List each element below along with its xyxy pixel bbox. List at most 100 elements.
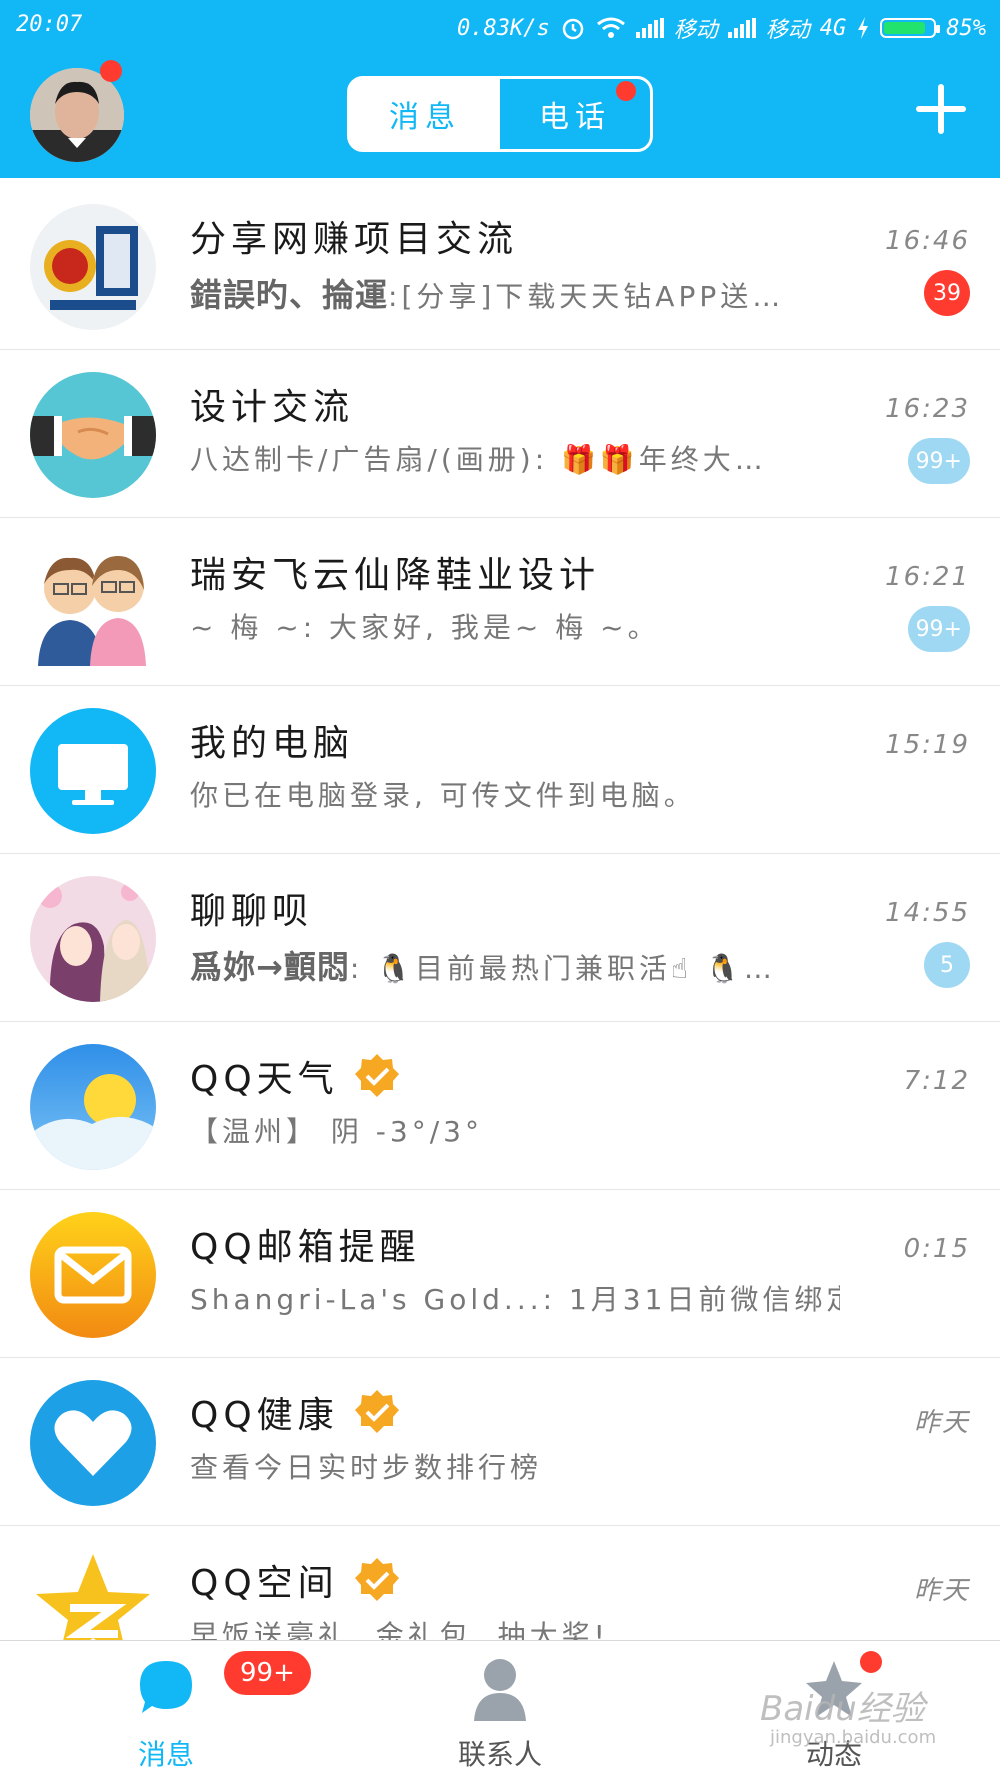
message-text: ~ 梅 ~: 大家好, 我是~ 梅 ~。 [190, 611, 660, 644]
person-icon [474, 1659, 526, 1721]
message-text: 早饭送豪礼, 金礼包, 抽大奖! [190, 1619, 609, 1640]
carrier-1: 移动 [673, 18, 718, 43]
unread-badge: 5 [924, 942, 970, 988]
message-text: :[分享]下载天天钻APP送… [388, 280, 785, 313]
conversation-time: 0:15 [903, 1234, 970, 1264]
conversation-name: QQ天气 [190, 1050, 401, 1102]
verified-icon [353, 1556, 401, 1604]
nav-messages-label: 消息 [137, 1738, 194, 1771]
watermark-url: jingyan.baidu.com [770, 1727, 937, 1748]
bottom-nav: 消息 99+ 联系人 动态 Baidu经验 jingyan.baidu.com [0, 1640, 1000, 1778]
battery-fill [884, 22, 926, 34]
message-text: Shangri-La's Gold...: 1月31日前微信绑定会员帐… [190, 1283, 840, 1316]
nav-messages[interactable]: 消息 99+ [66, 1641, 311, 1779]
anime-avatar [30, 876, 156, 1002]
conversation-preview: Shangri-La's Gold...: 1月31日前微信绑定会员帐… [190, 1278, 840, 1318]
message-text: 你已在电脑登录, 可传文件到电脑。 [190, 779, 696, 812]
segment-control: 消息 电话 [347, 76, 653, 152]
couple-avatar [30, 540, 156, 666]
message-text: 八达制卡/广告扇/(画册): 🎁🎁年终大… [190, 443, 767, 476]
network-type: 4G [819, 15, 847, 41]
conversation-item[interactable]: 我的电脑 你已在电脑登录, 可传文件到电脑。 15:19 [0, 686, 1000, 854]
conversation-item[interactable]: 瑞安飞云仙降鞋业设计 ~ 梅 ~: 大家好, 我是~ 梅 ~。 16:21 99… [0, 518, 1000, 686]
sender-name: 錯誤旳、掄運 [190, 276, 389, 314]
conversation-time: 14:55 [885, 898, 970, 928]
conversation-name: 聊聊呗 [190, 891, 314, 932]
group-avatar [30, 204, 156, 330]
alarm-icon [562, 18, 583, 40]
conversation-time: 16:23 [885, 394, 970, 424]
wifi-icon [596, 17, 625, 38]
net-speed: 0.83K/s [457, 15, 550, 41]
conversation-time: 昨天 [913, 1576, 970, 1606]
tab-phone-label: 电话 [539, 100, 611, 135]
status-time: 20:07 [16, 12, 83, 37]
plus-icon[interactable] [916, 84, 966, 134]
conversation-item[interactable]: QQ天气 【温州】 阴 -3°/3° 7:12 [0, 1022, 1000, 1190]
conversation-name-text: QQ天气 [190, 1059, 339, 1100]
conversation-item[interactable]: 设计交流 八达制卡/广告扇/(画册): 🎁🎁年终大… 16:23 99+ [0, 350, 1000, 518]
message-text: 查看今日实时步数排行榜 [190, 1451, 543, 1484]
nav-messages-badge: 99+ [224, 1651, 311, 1695]
battery-percent: 85% [946, 15, 986, 41]
conversation-time: 7:12 [903, 1066, 970, 1096]
conversation-preview: ~ 梅 ~: 大家好, 我是~ 梅 ~。 [190, 606, 840, 646]
message-text: 【温州】 阴 -3°/3° [190, 1115, 483, 1148]
status-bar: 20:07 0.83K/s 移动 移动 4G 85% [0, 0, 1000, 50]
signal-icon [635, 18, 664, 38]
watermark: Baidu经验 [760, 1689, 925, 1729]
tab-messages[interactable]: 消息 [350, 79, 500, 149]
conversation-name: 分享网赚项目交流 [190, 219, 519, 260]
mail-avatar [30, 1212, 156, 1338]
moments-notification-dot [860, 1651, 882, 1673]
signal-icon-2 [727, 18, 756, 38]
conversation-name: 瑞安飞云仙降鞋业设计 [190, 555, 601, 596]
nav-contacts[interactable]: 联系人 [400, 1641, 600, 1779]
conversation-time: 16:21 [885, 562, 970, 592]
conversation-preview: 【温州】 阴 -3°/3° [190, 1110, 840, 1150]
profile-photo-icon [30, 68, 124, 162]
conversation-time: 15:19 [885, 730, 970, 760]
conversation-item[interactable]: QQ空间 早饭送豪礼, 金礼包, 抽大奖! 昨天 [0, 1526, 1000, 1640]
unread-badge: 99+ [907, 606, 970, 652]
conversation-name-text: QQ空间 [190, 1563, 339, 1604]
conversation-preview: 爲妳→顫悶: 🐧目前最热门兼职活☝ 🐧… [190, 942, 840, 988]
conversation-name: QQ邮箱提醒 [190, 1227, 421, 1268]
conversation-name: 我的电脑 [190, 723, 355, 764]
qzone-avatar [30, 1548, 156, 1640]
conversation-time: 昨天 [913, 1408, 970, 1438]
conversation-list: 分享网赚项目交流 錯誤旳、掄運:[分享]下载天天钻APP送… 16:46 39 … [0, 182, 1000, 1640]
conversation-preview: 錯誤旳、掄運:[分享]下载天天钻APP送… [190, 270, 840, 316]
chat-bubble-icon [140, 1661, 192, 1713]
verified-icon [353, 1388, 401, 1436]
unread-badge: 39 [924, 270, 970, 316]
conversation-name: 设计交流 [190, 387, 355, 428]
charging-icon [858, 17, 869, 39]
conversation-preview: 查看今日实时步数排行榜 [190, 1446, 840, 1486]
conversation-preview: 你已在电脑登录, 可传文件到电脑。 [190, 774, 840, 814]
weather-avatar [30, 1044, 156, 1170]
conversation-item[interactable]: QQ健康 查看今日实时步数排行榜 昨天 [0, 1358, 1000, 1526]
phone-notification-dot [616, 81, 636, 101]
conversation-preview: 早饭送豪礼, 金礼包, 抽大奖! [190, 1614, 840, 1640]
handshake-avatar [30, 372, 156, 498]
conversation-name-text: QQ健康 [190, 1395, 339, 1436]
my-avatar[interactable] [30, 68, 124, 162]
conversation-preview: 八达制卡/广告扇/(画册): 🎁🎁年终大… [190, 438, 840, 478]
computer-avatar [30, 708, 156, 834]
conversation-item[interactable]: 聊聊呗 爲妳→顫悶: 🐧目前最热门兼职活☝ 🐧… 14:55 5 [0, 854, 1000, 1022]
conversation-time: 16:46 [885, 226, 970, 256]
health-avatar [30, 1380, 156, 1506]
conversation-item[interactable]: QQ邮箱提醒 Shangri-La's Gold...: 1月31日前微信绑定会… [0, 1190, 1000, 1358]
unread-badge: 99+ [907, 438, 970, 484]
conversation-name: QQ空间 [190, 1554, 401, 1606]
conversation-name: QQ健康 [190, 1386, 401, 1438]
verified-icon [353, 1052, 401, 1100]
conversation-item[interactable]: 分享网赚项目交流 錯誤旳、掄運:[分享]下载天天钻APP送… 16:46 39 [0, 182, 1000, 350]
message-text: : 🐧目前最热门兼职活☝ 🐧… [349, 952, 776, 985]
battery-icon [880, 18, 941, 38]
status-right: 0.83K/s 移动 移动 4G 85% [457, 12, 986, 44]
sender-name: 爲妳→顫悶 [190, 948, 350, 986]
app-header: 消息 电话 [0, 50, 1000, 178]
nav-contacts-label: 联系人 [457, 1738, 542, 1771]
